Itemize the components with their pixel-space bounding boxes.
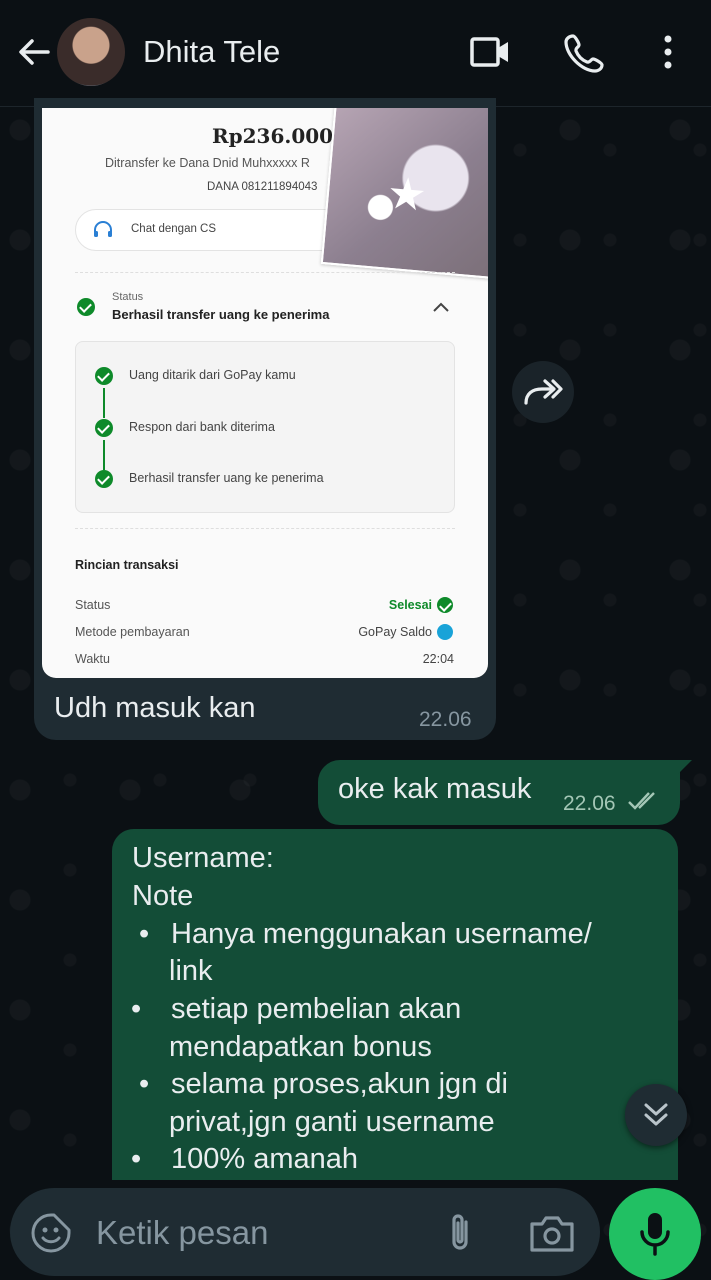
bullet-dot: • [139,918,150,950]
shared-image-transfer-receipt[interactable]: Rp236.000 Ditransfer ke Dana Dnid Muhxxx… [42,108,488,678]
scroll-to-bottom-button[interactable] [625,1084,687,1146]
message-line: setiap pembelian akan [171,993,462,1025]
message-line: Username: [132,842,274,874]
message-line: selama proses,akun jgn di [171,1068,508,1100]
check-circle-icon [437,597,453,613]
headset-icon [94,221,112,237]
receipt-detail-label: Status [75,598,111,612]
receipt-details-title: Rincian transaksi [75,558,179,572]
back-arrow-icon[interactable] [14,32,54,72]
message-timestamp: 22.06 [563,792,616,815]
bullet-dot: • [131,1143,142,1175]
attachment-icon[interactable] [440,1210,480,1256]
outgoing-message-text: oke kak masuk [338,773,532,805]
message-line: mendapatkan bonus [169,1031,432,1063]
check-circle-icon [95,419,113,437]
receipt-status-value: Berhasil transfer uang ke penerima [112,307,330,322]
receipt-divider [75,272,455,273]
check-circle-icon [95,470,113,488]
contact-name[interactable]: Dhita Tele [143,34,280,70]
double-check-read-icon [628,792,655,810]
message-input[interactable]: Ketik pesan [96,1214,268,1252]
microphone-icon [640,1213,670,1256]
message-line: link [169,955,213,987]
contact-avatar[interactable] [57,18,125,86]
message-line: Hanya menggunakan username/ [171,918,592,950]
receipt-divider [75,528,455,529]
receipt-step: Uang ditarik dari GoPay kamu [129,368,296,382]
receipt-status-label: Status [112,291,144,303]
receipt-step: Respon dari bank diterima [129,420,275,434]
message-line: 100% amanah [171,1143,359,1175]
sticker-emoji-icon[interactable] [30,1212,72,1254]
receipt-account: DANA 081211894043 [207,181,318,193]
more-options-icon[interactable] [646,30,690,74]
message-timestamp: 22.06 [419,708,472,731]
star-icon: ★ [385,168,429,221]
receipt-step: Berhasil transfer uang ke penerima [129,471,324,485]
bullet-dot: • [131,993,142,1025]
bullet-dot: • [139,1068,150,1100]
receipt-transfer-to: Ditransfer ke Dana Dnid Muhxxxxx R [105,156,310,170]
chevron-up-icon [433,302,449,312]
camera-icon[interactable] [528,1212,576,1254]
receipt-detail-value: 22:04 [422,652,454,666]
check-circle-icon [95,367,113,385]
voice-record-button[interactable] [609,1188,701,1280]
message-line: Note [132,880,194,912]
forward-icon [524,379,563,405]
voice-call-icon[interactable] [563,30,607,74]
forward-button[interactable] [512,361,574,423]
incoming-message-text: Udh masuk kan [54,692,256,724]
receipt-detail-label: Waktu [75,652,110,666]
gopay-wallet-icon [437,624,453,640]
video-call-icon[interactable] [468,30,512,74]
receipt-detail-value: GoPay Saldo [358,625,432,639]
step-connector [103,440,105,470]
message-line: privat,jgn ganti username [169,1106,495,1138]
receipt-detail-value: Selesai [388,598,432,612]
receipt-detail-label: Metode pembayaran [75,625,190,639]
double-chevron-down-icon [644,1103,668,1126]
check-circle-icon [77,298,95,316]
chat-header: Dhita Tele [0,0,711,107]
receipt-amount: Rp236.000 [212,124,334,148]
receipt-chat-cs-label: Chat dengan CS [131,223,217,235]
sticker-overlay-image: ★ [320,108,488,280]
step-connector [103,388,105,418]
